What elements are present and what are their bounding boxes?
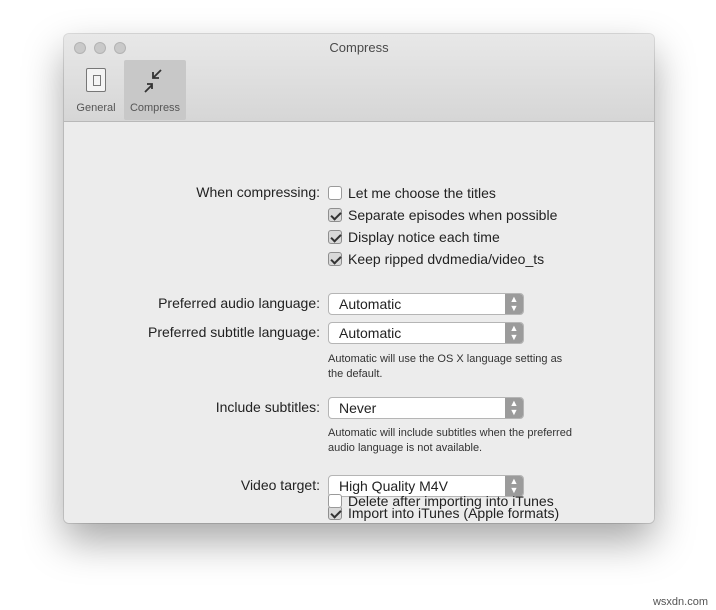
audio-language-value: Automatic [339,296,402,312]
subtitle-language-note: Automatic will use the OS X language set… [328,352,628,382]
note-line: the default. [328,368,383,380]
option-label: Display notice each time [348,229,500,245]
subtitle-language-value: Automatic [339,325,402,341]
option-delete-after-import[interactable]: Delete after importing into iTunes [328,492,554,510]
include-subtitles-select[interactable]: Never ▲ ▼ [328,397,524,419]
chevron-updown-icon: ▲ ▼ [505,398,523,418]
compress-arrows-icon [139,66,171,96]
include-subtitles-value: Never [339,400,377,416]
option-keep-ripped[interactable]: Keep ripped dvdmedia/video_ts [328,250,544,268]
audio-language-select[interactable]: Automatic ▲ ▼ [328,293,524,315]
audio-language-label: Preferred audio language: [158,295,320,311]
chevron-updown-icon: ▲ ▼ [505,294,523,314]
subtitle-language-label: Preferred subtitle language: [148,324,320,340]
checkbox[interactable] [328,186,342,200]
subtitle-language-select[interactable]: Automatic ▲ ▼ [328,322,524,344]
chevron-updown-icon: ▲ ▼ [505,323,523,343]
video-target-label: Video target: [240,477,320,493]
document-icon [80,66,112,96]
include-subtitles-note: Automatic will include subtitles when th… [328,426,628,456]
checkbox-checked[interactable] [328,208,342,222]
watermark-text: wsxdn.com [652,596,708,608]
option-label: Keep ripped dvdmedia/video_ts [348,251,545,267]
window-title: Compress [329,40,389,55]
include-subtitles-label: Include subtitles: [215,399,320,415]
option-choose-titles[interactable]: Let me choose the titles [328,184,496,202]
tab-general[interactable]: General [68,60,124,120]
note-line: Automatic will include subtitles when th… [328,427,572,439]
tab-compress-label: Compress [129,102,181,114]
preferences-content: When compressing: Let me choose the titl… [64,123,654,523]
checkbox-checked[interactable] [328,230,342,244]
option-label: Separate episodes when possible [348,207,558,223]
when-compressing-label: When compressing: [196,184,320,200]
option-label: Delete after importing into iTunes [348,493,554,509]
option-label: Let me choose the titles [348,185,496,201]
option-display-notice[interactable]: Display notice each time [328,228,500,246]
tab-general-label: General [76,102,116,114]
checkbox[interactable] [328,494,342,508]
note-line: audio language is not available. [328,442,483,454]
option-separate-episodes[interactable]: Separate episodes when possible [328,206,557,224]
checkbox-checked[interactable] [328,252,342,266]
tab-compress[interactable]: Compress [124,60,186,120]
title-bar: Compress General Compress [64,34,654,122]
note-line: Automatic will use the OS X language set… [328,353,563,365]
preferences-window: Compress General Compress When compressi… [64,34,654,523]
